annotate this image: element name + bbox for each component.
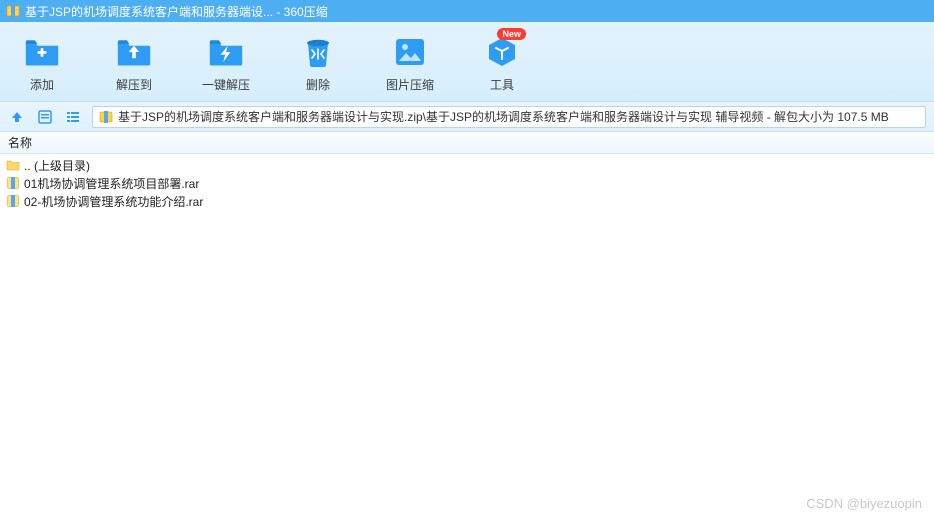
extract-to-button[interactable]: 解压到	[102, 34, 166, 93]
file-row[interactable]: 01机场协调管理系统项目部署.rar	[0, 174, 934, 192]
file-list: .. (上级目录) 01机场协调管理系统项目部署.rar 02-机场协调管理系统…	[0, 154, 934, 212]
folder-icon	[6, 158, 20, 172]
one-click-folder-icon	[208, 34, 244, 70]
image-icon	[392, 34, 428, 70]
delete-label: 删除	[306, 76, 330, 93]
window-title: 基于JSP的机场调度系统客户端和服务器端设... - 360压缩	[25, 3, 328, 20]
nav-bar: 基于JSP的机场调度系统客户端和服务器端设计与实现.zip\基于JSP的机场调度…	[0, 102, 934, 132]
delete-button[interactable]: 删除	[286, 34, 350, 93]
view-list-icon[interactable]	[64, 108, 82, 126]
file-name: 01机场协调管理系统项目部署.rar	[24, 175, 199, 192]
title-bar: 基于JSP的机场调度系统客户端和服务器端设... - 360压缩	[0, 0, 934, 22]
watermark: CSDN @biyezuopin	[806, 496, 922, 511]
tools-label: 工具	[490, 76, 514, 93]
add-folder-icon	[24, 34, 60, 70]
app-icon	[6, 4, 20, 18]
up-arrow-icon[interactable]	[8, 108, 26, 126]
column-name: 名称	[8, 134, 32, 151]
new-badge: New	[497, 28, 526, 40]
add-label: 添加	[30, 76, 54, 93]
tools-button[interactable]: New 工具	[470, 34, 534, 93]
path-bar[interactable]: 基于JSP的机场调度系统客户端和服务器端设计与实现.zip\基于JSP的机场调度…	[92, 106, 926, 128]
parent-dir-label: .. (上级目录)	[24, 157, 90, 174]
extract-folder-icon	[116, 34, 152, 70]
add-button[interactable]: 添加	[10, 34, 74, 93]
image-compress-label: 图片压缩	[386, 76, 434, 93]
rar-icon	[6, 176, 20, 190]
recycle-bin-icon	[300, 34, 336, 70]
image-compress-button[interactable]: 图片压缩	[378, 34, 442, 93]
main-toolbar: 添加 解压到 一键解压 删除 图片压缩 New 工具	[0, 22, 934, 102]
file-row[interactable]: 02-机场协调管理系统功能介绍.rar	[0, 192, 934, 210]
path-text: 基于JSP的机场调度系统客户端和服务器端设计与实现.zip\基于JSP的机场调度…	[118, 108, 889, 125]
view-detail-icon[interactable]	[36, 108, 54, 126]
one-click-extract-button[interactable]: 一键解压	[194, 34, 258, 93]
column-header[interactable]: 名称	[0, 132, 934, 154]
parent-dir-row[interactable]: .. (上级目录)	[0, 156, 934, 174]
rar-icon	[6, 194, 20, 208]
extract-to-label: 解压到	[116, 76, 152, 93]
one-click-label: 一键解压	[202, 76, 250, 93]
archive-icon	[99, 110, 113, 124]
file-name: 02-机场协调管理系统功能介绍.rar	[24, 193, 203, 210]
